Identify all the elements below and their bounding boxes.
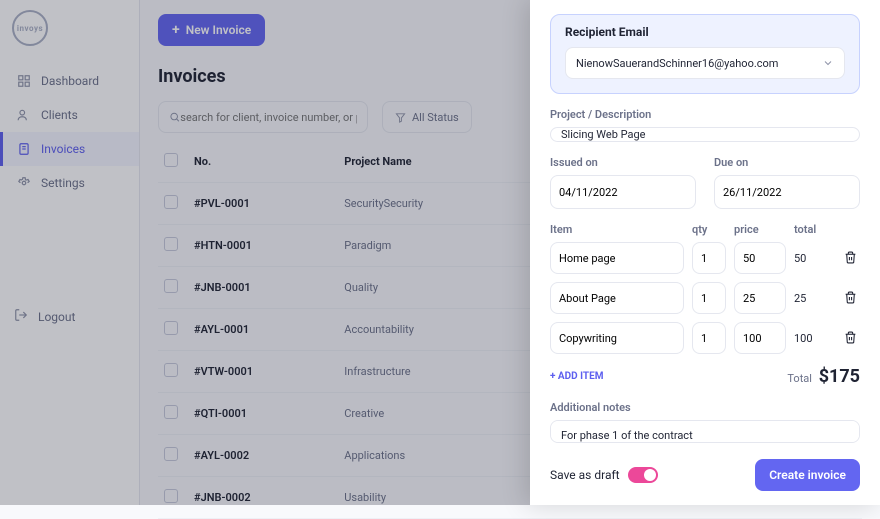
project-input[interactable] xyxy=(550,127,860,142)
delete-item-button[interactable] xyxy=(840,249,860,268)
recipient-label: Recipient Email xyxy=(565,25,845,39)
issued-label: Issued on xyxy=(550,156,696,169)
draft-toggle[interactable] xyxy=(628,467,658,483)
item-total: 100 xyxy=(794,332,832,345)
draft-label: Save as draft xyxy=(550,468,620,482)
delete-item-button[interactable] xyxy=(840,289,860,308)
recipient-value: NienowSauerandSchinner16@yahoo.com xyxy=(576,57,778,70)
item-price-input[interactable] xyxy=(734,242,786,274)
grand-total-label: Total xyxy=(787,372,812,385)
item-name-input[interactable] xyxy=(550,282,684,314)
line-item: 50 xyxy=(550,242,860,274)
item-qty-input[interactable] xyxy=(692,282,726,314)
chevron-down-icon xyxy=(822,57,834,69)
recipient-select[interactable]: NienowSauerandSchinner16@yahoo.com xyxy=(565,47,845,79)
create-invoice-button[interactable]: Create invoice xyxy=(755,459,860,491)
trash-icon xyxy=(844,331,857,344)
new-invoice-panel: Recipient Email NienowSauerandSchinner16… xyxy=(530,0,880,505)
col-total: total xyxy=(794,223,832,236)
line-item: 25 xyxy=(550,282,860,314)
item-total: 50 xyxy=(794,252,832,265)
item-name-input[interactable] xyxy=(550,322,684,354)
line-item: 100 xyxy=(550,322,860,354)
item-price-input[interactable] xyxy=(734,322,786,354)
grand-total-value: $175 xyxy=(819,366,860,387)
col-price: price xyxy=(734,223,786,236)
notes-label: Additional notes xyxy=(550,401,860,414)
due-date-input[interactable] xyxy=(714,175,860,209)
col-item: Item xyxy=(550,223,684,236)
item-qty-input[interactable] xyxy=(692,242,726,274)
notes-input[interactable] xyxy=(550,420,860,443)
trash-icon xyxy=(844,291,857,304)
col-qty: qty xyxy=(692,223,726,236)
delete-item-button[interactable] xyxy=(840,329,860,348)
issued-date-input[interactable] xyxy=(550,175,696,209)
project-label: Project / Description xyxy=(550,108,860,121)
trash-icon xyxy=(844,251,857,264)
item-price-input[interactable] xyxy=(734,282,786,314)
due-label: Due on xyxy=(714,156,860,169)
add-item-button[interactable]: + ADD ITEM xyxy=(550,371,604,382)
item-qty-input[interactable] xyxy=(692,322,726,354)
item-total: 25 xyxy=(794,292,832,305)
item-name-input[interactable] xyxy=(550,242,684,274)
